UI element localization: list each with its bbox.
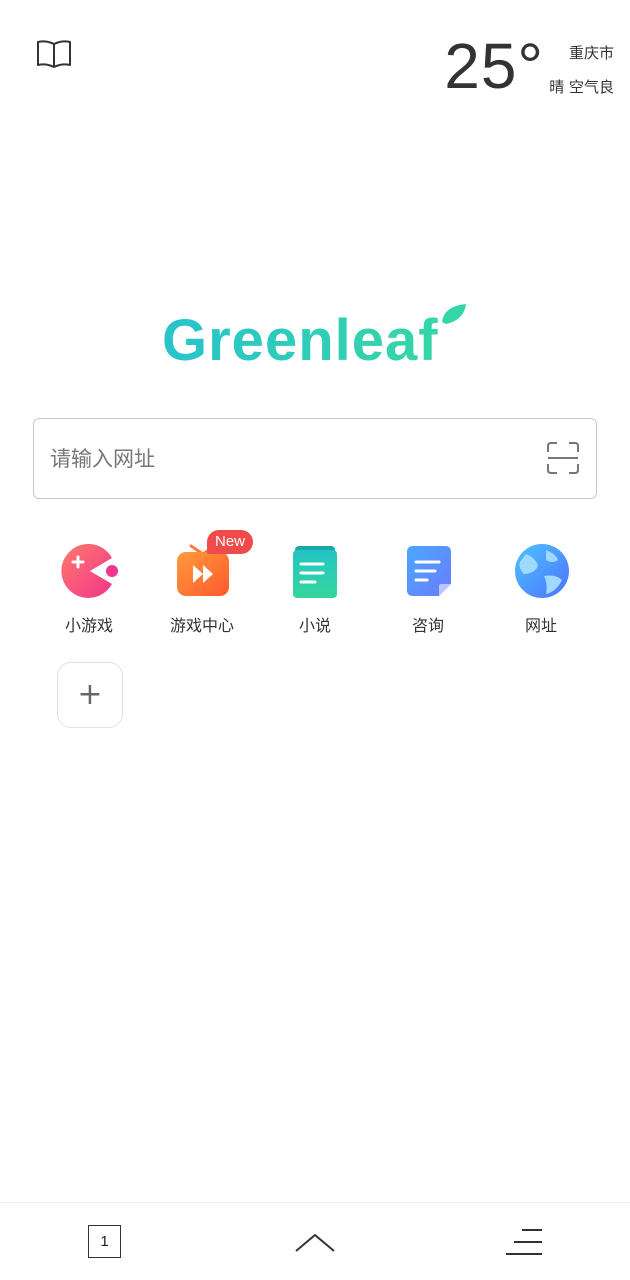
- shortcut-label: 游戏中心: [169, 616, 234, 635]
- shortcut-news[interactable]: 咨询: [372, 540, 484, 650]
- bottom-toolbar: 1: [0, 1202, 630, 1280]
- chevron-up-icon[interactable]: [294, 1229, 336, 1255]
- weather-condition: 晴 空气良: [549, 78, 614, 96]
- new-badge: New: [207, 530, 254, 554]
- globe-icon: [515, 544, 569, 598]
- shortcut-label: 小说: [298, 616, 331, 635]
- shortcut-label: 咨询: [411, 616, 444, 635]
- shortcut-mini-games[interactable]: 小游戏: [33, 540, 145, 650]
- svg-text:Greenleaf: Greenleaf: [162, 308, 439, 370]
- weather-widget[interactable]: 25° 重庆市 晴 空气良: [414, 30, 614, 102]
- news-doc-icon: [407, 546, 451, 596]
- shortcut-grid: 小游戏 游戏中心 New 小说 咨询 网址: [33, 530, 597, 650]
- shortcut-novels[interactable]: 小说: [259, 540, 371, 650]
- pacman-game-icon: [61, 543, 118, 598]
- url-input[interactable]: [50, 419, 530, 498]
- tabs-button[interactable]: 1: [86, 1223, 124, 1261]
- add-shortcut-button[interactable]: +: [57, 662, 123, 728]
- shortcut-label: 小游戏: [64, 616, 113, 635]
- city-name: 重庆市: [568, 44, 614, 62]
- shortcut-websites[interactable]: 网址: [485, 540, 597, 650]
- menu-lines-icon[interactable]: [504, 1225, 544, 1259]
- reading-mode-button[interactable]: [33, 36, 75, 72]
- novel-book-icon: [293, 546, 337, 598]
- url-search-box[interactable]: [33, 418, 597, 499]
- temperature: 25°: [444, 30, 544, 102]
- open-book-icon: [37, 40, 71, 68]
- scan-frame-icon[interactable]: [546, 441, 580, 475]
- greenleaf-logo: Greenleaf: [160, 300, 470, 373]
- shortcut-label: 网址: [524, 616, 557, 635]
- shortcut-game-center[interactable]: 游戏中心: [146, 540, 258, 650]
- tab-count: 1: [100, 1233, 109, 1250]
